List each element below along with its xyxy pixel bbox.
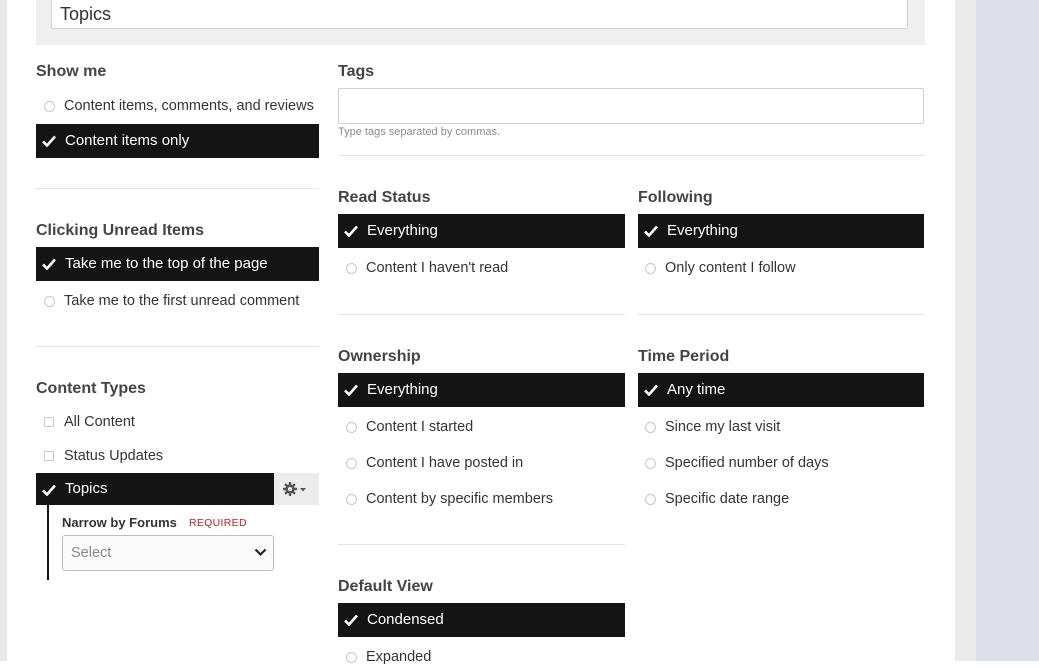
check-icon	[644, 373, 660, 407]
option-label: Since my last visit	[665, 419, 781, 435]
ownership-option-posted-in[interactable]: Content I have posted in	[338, 453, 523, 473]
divider	[638, 314, 924, 315]
following-heading: Following	[638, 189, 713, 206]
option-label: Status Updates	[64, 448, 164, 464]
divider	[338, 544, 625, 545]
checkbox-icon	[44, 417, 54, 427]
ownership-heading: Ownership	[338, 348, 421, 365]
clicking-unread-heading: Clicking Unread Items	[36, 222, 205, 239]
read-status-heading: Read Status	[338, 189, 431, 206]
tags-hint: Type tags separated by commas.	[338, 126, 501, 138]
default-view-heading: Default View	[338, 578, 433, 595]
option-label: Content by specific members	[366, 491, 553, 507]
unread-option-first-unread[interactable]: Take me to the first unread comment	[36, 291, 299, 311]
option-label: Any time	[667, 381, 726, 398]
option-label: All Content	[64, 414, 135, 430]
content-search-field[interactable]: Topics	[51, 0, 908, 29]
check-icon	[42, 473, 58, 505]
check-icon	[344, 373, 360, 407]
content-type-topics[interactable]: Topics	[36, 473, 274, 505]
following-option-everything[interactable]: Everything	[638, 214, 924, 248]
option-label: Everything	[667, 222, 738, 239]
content-type-all-content[interactable]: All Content	[36, 412, 135, 432]
divider	[338, 314, 625, 315]
right-side-panel	[976, 0, 1039, 661]
forums-select-value: Select	[71, 545, 112, 561]
checkbox-icon	[44, 451, 54, 461]
radio-icon	[645, 494, 656, 505]
check-icon	[42, 124, 58, 158]
option-label: Everything	[367, 381, 438, 398]
option-label: Take me to the top of the page	[65, 255, 268, 272]
gear-icon	[283, 482, 306, 496]
time-period-option-any-time[interactable]: Any time	[638, 373, 924, 407]
check-icon	[42, 247, 58, 281]
divider	[36, 188, 319, 189]
page-right-gutter	[955, 0, 976, 661]
narrow-section-bar	[47, 505, 49, 580]
option-label: Expanded	[366, 649, 432, 665]
option-label: Everything	[367, 222, 438, 239]
tags-input[interactable]	[338, 88, 924, 124]
check-icon	[644, 214, 660, 248]
divider	[36, 346, 319, 347]
read-status-option-everything[interactable]: Everything	[338, 214, 625, 248]
read-status-option-unread[interactable]: Content I haven't read	[338, 258, 508, 278]
time-period-heading: Time Period	[638, 348, 730, 365]
radio-icon	[645, 263, 656, 274]
option-label: Content items only	[65, 132, 190, 149]
radio-icon	[346, 652, 357, 663]
option-label: Only content I follow	[665, 260, 796, 276]
option-label: Specific date range	[665, 491, 790, 507]
radio-icon	[346, 494, 357, 505]
ownership-option-everything[interactable]: Everything	[338, 373, 625, 407]
chevron-down-icon	[254, 548, 267, 557]
divider	[338, 155, 924, 156]
option-label: Specified number of days	[665, 455, 829, 471]
following-option-only-followed[interactable]: Only content I follow	[637, 258, 796, 278]
content-type-status-updates[interactable]: Status Updates	[36, 446, 163, 466]
required-badge: REQUIRED	[189, 517, 247, 529]
forums-select[interactable]: Select	[62, 535, 274, 571]
narrow-by-forums-label: Narrow by Forums	[62, 515, 177, 530]
check-icon	[344, 603, 360, 637]
radio-icon	[645, 422, 656, 433]
time-period-option-number-of-days[interactable]: Specified number of days	[637, 453, 829, 473]
radio-icon	[645, 458, 656, 469]
page-left-gutter	[0, 0, 7, 661]
content-types-heading: Content Types	[36, 380, 146, 397]
check-icon	[344, 214, 360, 248]
option-label: Condensed	[367, 611, 444, 628]
option-label: Take me to the first unread comment	[64, 293, 300, 309]
default-view-option-expanded[interactable]: Expanded	[338, 647, 431, 667]
ownership-option-started[interactable]: Content I started	[338, 417, 473, 437]
unread-option-top-of-page[interactable]: Take me to the top of the page	[36, 247, 319, 281]
option-label: Content I have posted in	[366, 455, 524, 471]
time-period-option-date-range[interactable]: Specific date range	[637, 489, 789, 509]
time-period-option-last-visit[interactable]: Since my last visit	[637, 417, 780, 437]
radio-icon	[346, 263, 357, 274]
option-label: Content items, comments, and reviews	[64, 98, 314, 114]
option-label: Content I haven't read	[366, 260, 509, 276]
option-label: Content I started	[366, 419, 474, 435]
ownership-option-specific-members[interactable]: Content by specific members	[338, 489, 553, 509]
tags-heading: Tags	[338, 63, 375, 80]
default-view-option-condensed[interactable]: Condensed	[338, 603, 625, 637]
show-me-option-items-only[interactable]: Content items only	[36, 124, 319, 158]
topics-settings-button[interactable]	[274, 473, 319, 505]
radio-icon	[346, 422, 357, 433]
option-label: Topics	[65, 480, 108, 497]
radio-icon	[346, 458, 357, 469]
show-me-option-all[interactable]: Content items, comments, and reviews	[36, 96, 314, 116]
show-me-heading: Show me	[36, 63, 107, 80]
radio-icon	[44, 296, 55, 307]
radio-icon	[44, 101, 55, 112]
